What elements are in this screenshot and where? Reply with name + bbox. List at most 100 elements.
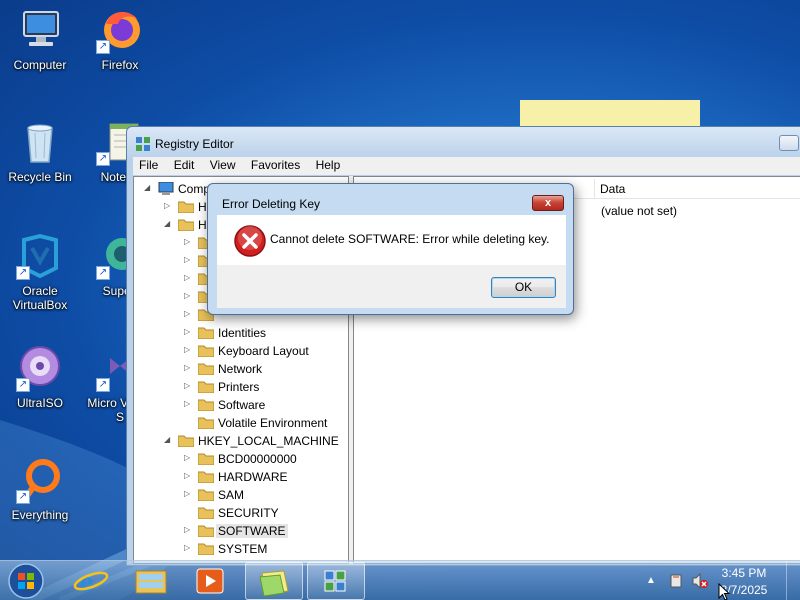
tree-node-sam[interactable]: ▷ SAM — [134, 486, 344, 504]
desktop-icon-label: Everything — [11, 508, 69, 522]
tree-label: SAM — [218, 488, 245, 502]
expand-arrow-icon[interactable]: ▷ — [184, 381, 193, 390]
desktop-icon-firefox[interactable]: ↗ Firefox — [82, 6, 158, 72]
folder-icon — [197, 506, 215, 520]
virtualbox-icon: ↗ — [16, 232, 64, 280]
sticky-notes-icon — [259, 570, 289, 597]
tree-label: Network — [218, 362, 263, 376]
tree-node-hardware[interactable]: ▷ HARDWARE — [134, 468, 344, 486]
window-control-button[interactable] — [779, 135, 799, 151]
column-separator[interactable] — [594, 179, 595, 199]
dialog-message: Cannot delete SOFTWARE: Error while dele… — [270, 232, 550, 246]
expand-arrow-icon[interactable]: ▷ — [184, 453, 193, 462]
expand-arrow-icon[interactable]: ▷ — [184, 489, 193, 498]
desktop-icon-everything[interactable]: ↗ Everything — [2, 456, 78, 522]
tree-node-system[interactable]: ▷ SYSTEM — [134, 540, 344, 558]
tree-label: SOFTWARE — [216, 524, 288, 538]
media-player-icon — [196, 568, 224, 594]
error-icon — [234, 225, 266, 257]
action-center-icon[interactable] — [668, 573, 684, 589]
tree-node-software-hklm[interactable]: ▷ SOFTWARE — [134, 522, 344, 540]
collapse-arrow-icon[interactable]: ◢ — [164, 219, 173, 228]
window-titlebar[interactable]: Registry Editor — [127, 127, 800, 159]
folder-icon — [197, 488, 215, 502]
tree-node-bcd[interactable]: ▷ BCD00000000 — [134, 450, 344, 468]
tree-node-software-hkcu[interactable]: ▷ Software — [134, 396, 344, 414]
expand-arrow-icon[interactable]: ▷ — [184, 471, 193, 480]
tree-node-security[interactable]: SECURITY — [134, 504, 344, 522]
menu-favorites[interactable]: Favorites — [245, 157, 306, 172]
taskbar-registry-editor[interactable] — [307, 562, 365, 600]
firefox-icon: ↗ — [96, 6, 144, 54]
expand-arrow-icon[interactable]: ▷ — [184, 291, 193, 300]
menu-edit[interactable]: Edit — [168, 157, 201, 172]
expand-arrow-icon[interactable]: ▷ — [184, 399, 193, 408]
menu-view[interactable]: View — [204, 157, 242, 172]
svg-text:e: e — [80, 565, 93, 598]
taskbar-explorer[interactable] — [122, 562, 180, 600]
menu-bar: File Edit View Favorites Help — [133, 157, 800, 175]
desktop-icon-label: Firefox — [101, 58, 139, 72]
expand-arrow-icon[interactable]: ▷ — [184, 273, 193, 282]
folder-icon — [177, 200, 195, 214]
expand-arrow-icon[interactable]: ▷ — [184, 525, 193, 534]
mouse-cursor-icon — [718, 583, 731, 600]
start-button[interactable] — [6, 562, 46, 600]
expand-arrow-icon[interactable]: ▷ — [184, 255, 193, 264]
tree-label: HKEY_LOCAL_MACHINE — [198, 434, 339, 448]
expand-arrow-icon[interactable]: ▷ — [164, 201, 173, 210]
expand-arrow-icon[interactable]: ▷ — [184, 327, 193, 336]
expand-arrow-icon[interactable]: ▷ — [184, 345, 193, 354]
menu-help[interactable]: Help — [310, 157, 347, 172]
shortcut-arrow-icon: ↗ — [96, 266, 110, 280]
folder-icon — [197, 524, 215, 538]
taskbar-sticky-notes[interactable] — [245, 562, 303, 600]
tree-node-identities[interactable]: ▷ Identities — [134, 324, 344, 342]
show-hidden-icons-icon[interactable]: ▲ — [646, 573, 662, 589]
desktop-icon-label: Recycle Bin — [8, 170, 72, 184]
folder-icon — [177, 434, 195, 448]
tree-node-hklm[interactable]: ◢ HKEY_LOCAL_MACHINE — [134, 432, 344, 450]
tree-node-network[interactable]: ▷ Network — [134, 360, 344, 378]
taskbar-internet-explorer[interactable]: e — [62, 562, 120, 600]
expand-arrow-icon[interactable]: ▷ — [184, 309, 193, 318]
recycle-bin-icon — [16, 118, 64, 166]
tree-node-volatile-environment[interactable]: Volatile Environment — [134, 414, 344, 432]
clock-time[interactable]: 3:45 PM — [714, 566, 774, 580]
folder-icon — [197, 416, 215, 430]
everything-icon: ↗ — [16, 456, 64, 504]
computer-icon — [16, 6, 64, 54]
dialog-footer: OK — [217, 265, 566, 308]
tree-node-printers[interactable]: ▷ Printers — [134, 378, 344, 396]
folder-icon — [197, 542, 215, 556]
collapse-arrow-icon[interactable]: ◢ — [164, 435, 173, 444]
tree-label: Software — [218, 398, 266, 412]
tree-node-keyboard-layout[interactable]: ▷ Keyboard Layout — [134, 342, 344, 360]
show-desktop-button[interactable] — [786, 561, 800, 600]
ok-button[interactable]: OK — [491, 277, 556, 298]
expand-arrow-icon[interactable]: ▷ — [184, 237, 193, 246]
desktop-icon-ultraiso[interactable]: ↗ UltraISO — [2, 344, 78, 410]
folder-icon — [197, 362, 215, 376]
close-button[interactable]: x — [532, 195, 564, 211]
desktop-icon-recycle-bin[interactable]: Recycle Bin — [2, 118, 78, 184]
shortcut-arrow-icon: ↗ — [16, 490, 30, 504]
menu-file[interactable]: File — [133, 157, 164, 172]
tree-label: Keyboard Layout — [218, 344, 309, 358]
desktop-icon-virtualbox[interactable]: ↗ Oracle VirtualBox — [2, 232, 78, 312]
error-dialog: Error Deleting Key x Cannot delete SOFTW… — [207, 183, 574, 315]
taskbar-media-player[interactable] — [182, 562, 240, 600]
expand-arrow-icon[interactable]: ▷ — [184, 363, 193, 372]
shortcut-arrow-icon: ↗ — [16, 266, 30, 280]
desktop-icon-label: UltraISO — [16, 396, 63, 410]
column-header-data[interactable]: Data — [600, 182, 625, 196]
computer-icon — [158, 181, 174, 195]
folder-icon — [197, 326, 215, 340]
desktop-icon-computer[interactable]: Computer — [2, 6, 78, 72]
collapse-arrow-icon[interactable]: ◢ — [144, 183, 153, 192]
tree-label: Printers — [218, 380, 260, 394]
volume-muted-icon[interactable] — [692, 572, 708, 590]
tree-label: SECURITY — [218, 506, 279, 520]
tree-label: Identities — [218, 326, 267, 340]
expand-arrow-icon[interactable]: ▷ — [184, 543, 193, 552]
